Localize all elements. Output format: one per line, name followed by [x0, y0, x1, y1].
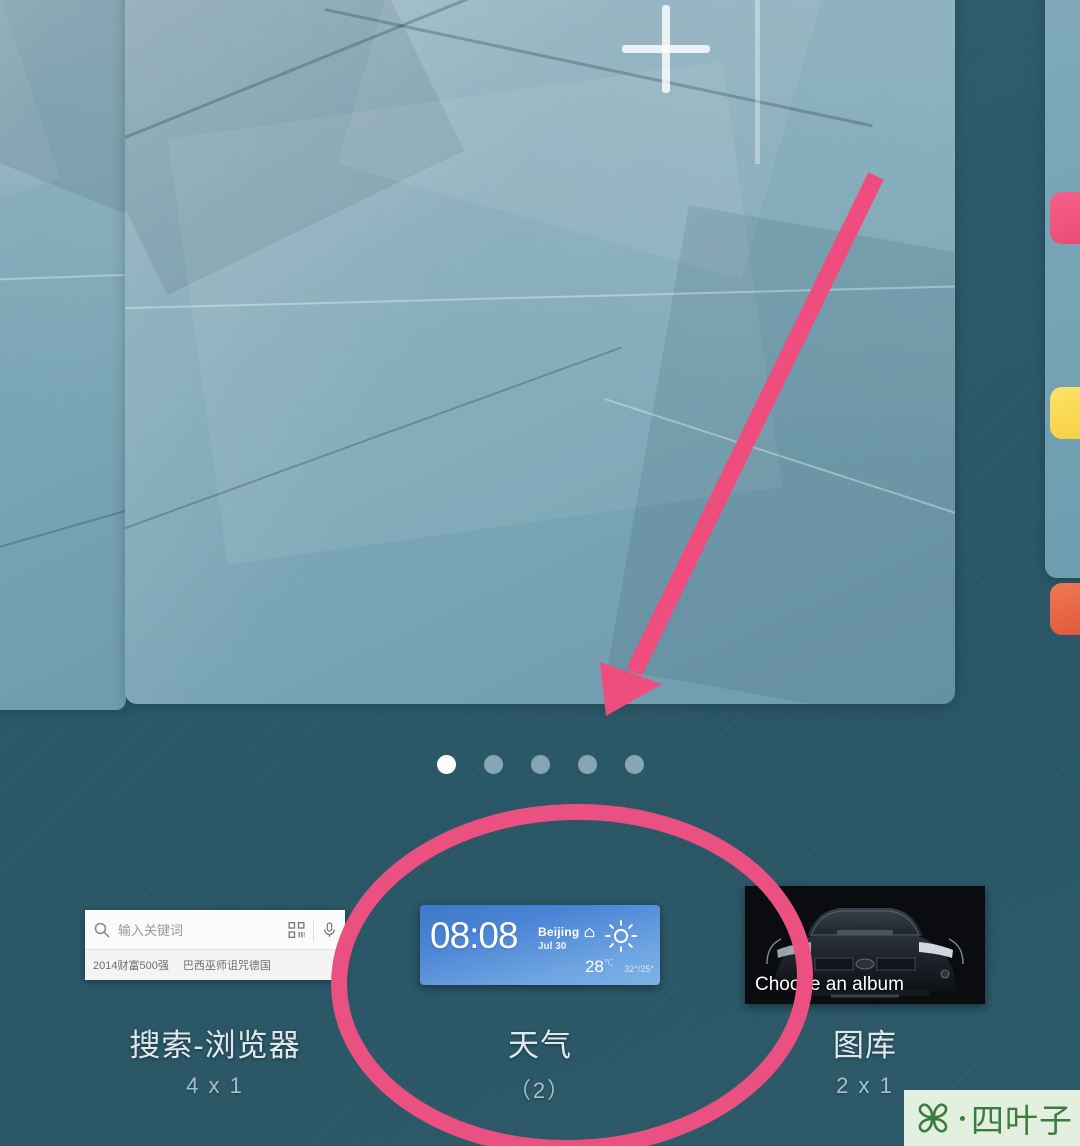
widget-thumbnail-wrap: Choose an album — [705, 880, 1025, 1010]
weather-city: Beijing — [538, 925, 595, 939]
qr-code-icon[interactable] — [288, 921, 305, 938]
wallpaper-main — [125, 0, 955, 704]
weather-date: Jul 30 — [538, 941, 567, 952]
page-preview-left[interactable] — [0, 0, 126, 710]
home-icon — [584, 927, 595, 938]
search-bar[interactable]: 输入关键词 — [85, 910, 345, 950]
search-input-placeholder[interactable]: 输入关键词 — [118, 920, 280, 939]
hot-word-2[interactable]: 巴西巫师诅咒德国 — [183, 957, 271, 973]
search-widget-preview[interactable]: 输入关键词 2014财富500强 巴西巫师诅咒德国 — [85, 910, 345, 980]
gallery-widget-preview[interactable]: Choose an album — [745, 886, 985, 1004]
page-dot-3[interactable] — [530, 754, 550, 774]
app-icon-yellow[interactable] — [1050, 387, 1080, 439]
weather-temperature: 28℃ — [585, 957, 614, 977]
weather-clock: 08:08 — [430, 915, 519, 956]
wallpaper-right — [1045, 0, 1080, 578]
search-hot-words: 2014财富500强 巴西巫师诅咒德国 — [85, 950, 345, 980]
watermark-text: 四叶子 — [971, 1101, 1073, 1140]
four-leaf-clover-icon — [912, 1097, 954, 1139]
widget-item-weather[interactable]: 08:08 Beijing Jul 30 28℃ 32°/25° 天气 （2） — [380, 880, 700, 1146]
page-dot-4[interactable] — [577, 754, 597, 774]
page-indicator — [0, 752, 1080, 776]
page-dot-1[interactable] — [436, 754, 456, 774]
page-dot-2[interactable] — [483, 754, 503, 774]
app-icon-pink[interactable] — [1050, 192, 1080, 244]
hot-word-1[interactable]: 2014财富500强 — [93, 957, 169, 973]
widget-thumbnail-wrap: 08:08 Beijing Jul 30 28℃ 32°/25° — [380, 880, 700, 1010]
add-page-button[interactable] — [622, 5, 710, 93]
search-bar-divider — [313, 918, 314, 941]
plus-icon-vertical — [662, 5, 670, 93]
search-icon — [93, 921, 110, 938]
widget-thumbnail-wrap: 输入关键词 2014财富500强 巴西巫师诅咒德国 — [55, 880, 375, 1010]
microphone-icon[interactable] — [322, 921, 337, 938]
home-screen: 输入关键词 2014财富500强 巴西巫师诅咒德国 搜索-浏览器 4 x 1 0… — [0, 0, 1080, 1146]
page-preview-strip — [0, 0, 1080, 710]
weather-city-label: Beijing — [538, 925, 580, 939]
widget-size-weather: （2） — [508, 1078, 572, 1103]
app-icon-orange[interactable] — [1050, 583, 1080, 635]
gallery-caption: Choose an album — [755, 974, 904, 995]
widget-item-search-browser[interactable]: 输入关键词 2014财富500强 巴西巫师诅咒德国 搜索-浏览器 4 x 1 — [55, 880, 375, 1146]
widget-label-search-browser: 搜索-浏览器 — [129, 1028, 301, 1063]
widget-size-search-browser: 4 x 1 — [186, 1073, 244, 1098]
weather-temp-unit: ℃ — [603, 957, 614, 968]
wallpaper-left — [0, 0, 126, 710]
weather-temp-value: 28 — [584, 957, 604, 976]
watermark: 四叶子 — [904, 1090, 1080, 1146]
widget-label-weather: 天气 — [508, 1028, 572, 1063]
sun-icon — [604, 919, 638, 953]
widget-label-gallery: 图库 — [833, 1028, 897, 1063]
watermark-separator-dot — [960, 1115, 965, 1121]
page-dot-5[interactable] — [624, 754, 644, 774]
weather-widget-preview[interactable]: 08:08 Beijing Jul 30 28℃ 32°/25° — [420, 905, 660, 985]
page-preview-main[interactable] — [125, 0, 955, 704]
weather-temp-range: 32°/25° — [624, 964, 654, 974]
page-preview-right[interactable] — [1045, 0, 1080, 578]
widget-size-gallery: 2 x 1 — [836, 1073, 894, 1098]
